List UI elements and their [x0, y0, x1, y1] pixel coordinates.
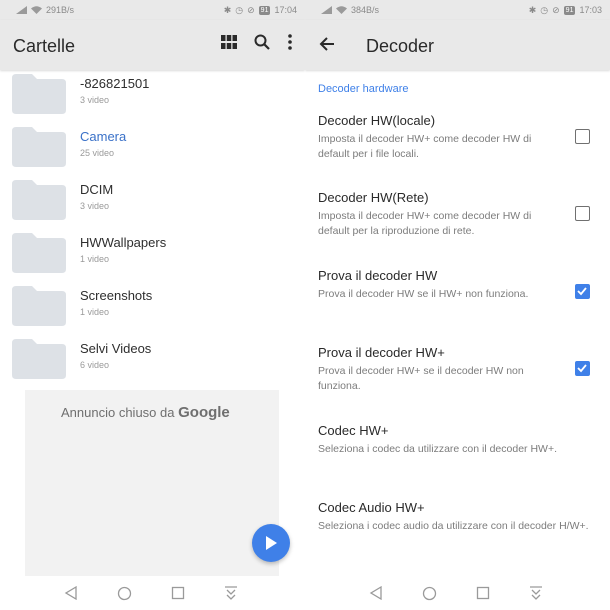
- mute-icon: ⊘: [552, 4, 560, 15]
- decoder-settings-screen: 384B/s ✱ ◷ ⊘ 91 17:03 Decoder Decoder ha…: [305, 0, 610, 610]
- checkbox-unchecked[interactable]: [575, 129, 590, 144]
- signal-icon: [321, 6, 332, 14]
- nav-recents-icon[interactable]: [171, 586, 185, 600]
- check-icon: [577, 364, 587, 373]
- wifi-icon: [31, 6, 42, 14]
- ad-closed-text: Annuncio chiuso da Google: [61, 404, 230, 421]
- google-logo: Google: [178, 404, 230, 421]
- nav-bar: [305, 578, 610, 610]
- alarm-icon: ◷: [235, 4, 244, 15]
- folder-icon: [12, 127, 66, 167]
- pref-summary: Seleziona i codec da utilizzare con il d…: [318, 443, 557, 455]
- list-item[interactable]: Screenshots 1 video: [0, 286, 305, 339]
- pref-title: Codec HW+: [318, 423, 389, 438]
- page-title: Cartelle: [13, 36, 76, 56]
- network-speed: 291B/s: [46, 5, 75, 15]
- folder-count: 3 video: [80, 95, 110, 105]
- clock: 17:04: [274, 5, 297, 15]
- nav-notifications-icon[interactable]: [224, 586, 238, 600]
- nav-home-icon[interactable]: [422, 586, 437, 601]
- nav-bar: [0, 578, 305, 610]
- folder-name: Screenshots: [80, 288, 153, 303]
- folder-name: HWWallpapers: [80, 235, 167, 250]
- pref-summary: Seleziona i codec audio da utilizzare co…: [318, 520, 589, 532]
- folder-icon: [12, 74, 66, 114]
- folders-screen: 291B/s ✱ ◷ ⊘ 91 17:04 Cartelle -82682150…: [0, 0, 305, 610]
- list-item[interactable]: -826821501 3 video: [0, 74, 305, 127]
- list-item[interactable]: DCIM 3 video: [0, 180, 305, 233]
- network-speed: 384B/s: [351, 5, 380, 15]
- clock: 17:03: [579, 5, 602, 15]
- list-item[interactable]: HWWallpapers 1 video: [0, 233, 305, 286]
- folder-count: 3 video: [80, 201, 110, 211]
- ad-label: Annuncio chiuso da: [61, 405, 175, 420]
- folder-icon: [12, 339, 66, 379]
- folder-icon: [12, 233, 66, 273]
- grid-icon[interactable]: [221, 35, 237, 49]
- list-item[interactable]: Selvi Videos 6 video: [0, 339, 305, 392]
- pref-title: Decoder HW(locale): [318, 113, 436, 128]
- nav-back-icon[interactable]: [369, 586, 383, 600]
- folder-name: DCIM: [80, 182, 114, 197]
- back-arrow-icon[interactable]: [318, 35, 336, 53]
- folder-count: 6 video: [80, 360, 110, 370]
- folder-icon: [12, 286, 66, 326]
- bluetooth-icon: ✱: [528, 4, 537, 15]
- list-item[interactable]: Camera 25 video: [0, 127, 305, 180]
- more-vert-icon[interactable]: [287, 34, 293, 50]
- folder-count: 1 video: [80, 307, 110, 317]
- page-title: Decoder: [366, 36, 435, 56]
- search-icon[interactable]: [254, 34, 270, 50]
- mute-icon: ⊘: [247, 4, 255, 15]
- pref-summary: Imposta il decoder HW+ come decoder HW d…: [318, 210, 532, 237]
- pref-summary: Prova il decoder HW se il HW+ non funzio…: [318, 288, 529, 300]
- battery-level: 91: [258, 5, 271, 15]
- folder-icon: [12, 180, 66, 220]
- folder-count: 25 video: [80, 148, 115, 158]
- folder-count: 1 video: [80, 254, 110, 264]
- checkbox-checked[interactable]: [575, 361, 590, 376]
- nav-notifications-icon[interactable]: [529, 586, 543, 600]
- bluetooth-icon: ✱: [223, 4, 232, 15]
- folder-name: Camera: [80, 129, 127, 144]
- checkbox-checked[interactable]: [575, 284, 590, 299]
- pref-title: Codec Audio HW+: [318, 500, 425, 515]
- signal-icon: [16, 6, 27, 14]
- ad-banner: Annuncio chiuso da Google: [25, 390, 279, 576]
- pref-title: Decoder HW(Rete): [318, 190, 429, 205]
- nav-home-icon[interactable]: [117, 586, 132, 601]
- check-icon: [577, 287, 587, 296]
- app-bar: Decoder: [305, 20, 610, 70]
- pref-summary: Prova il decoder HW+ se il decoder HW no…: [318, 365, 524, 392]
- folder-name: Selvi Videos: [80, 341, 152, 356]
- play-button[interactable]: [252, 524, 290, 562]
- folder-name: -826821501: [80, 76, 150, 91]
- play-icon: [266, 536, 277, 550]
- wifi-icon: [336, 6, 347, 14]
- app-bar: Cartelle: [0, 20, 305, 70]
- battery-level: 91: [563, 5, 576, 15]
- nav-back-icon[interactable]: [64, 586, 78, 600]
- checkbox-unchecked[interactable]: [575, 206, 590, 221]
- pref-summary: Imposta il decoder HW+ come decoder HW d…: [318, 133, 532, 160]
- section-header: Decoder hardware: [318, 83, 409, 95]
- pref-title: Prova il decoder HW: [318, 268, 438, 283]
- pref-title: Prova il decoder HW+: [318, 345, 445, 360]
- status-bar: 384B/s ✱ ◷ ⊘ 91 17:03: [305, 0, 610, 20]
- nav-recents-icon[interactable]: [476, 586, 490, 600]
- status-bar: 291B/s ✱ ◷ ⊘ 91 17:04: [0, 0, 305, 20]
- alarm-icon: ◷: [540, 4, 549, 15]
